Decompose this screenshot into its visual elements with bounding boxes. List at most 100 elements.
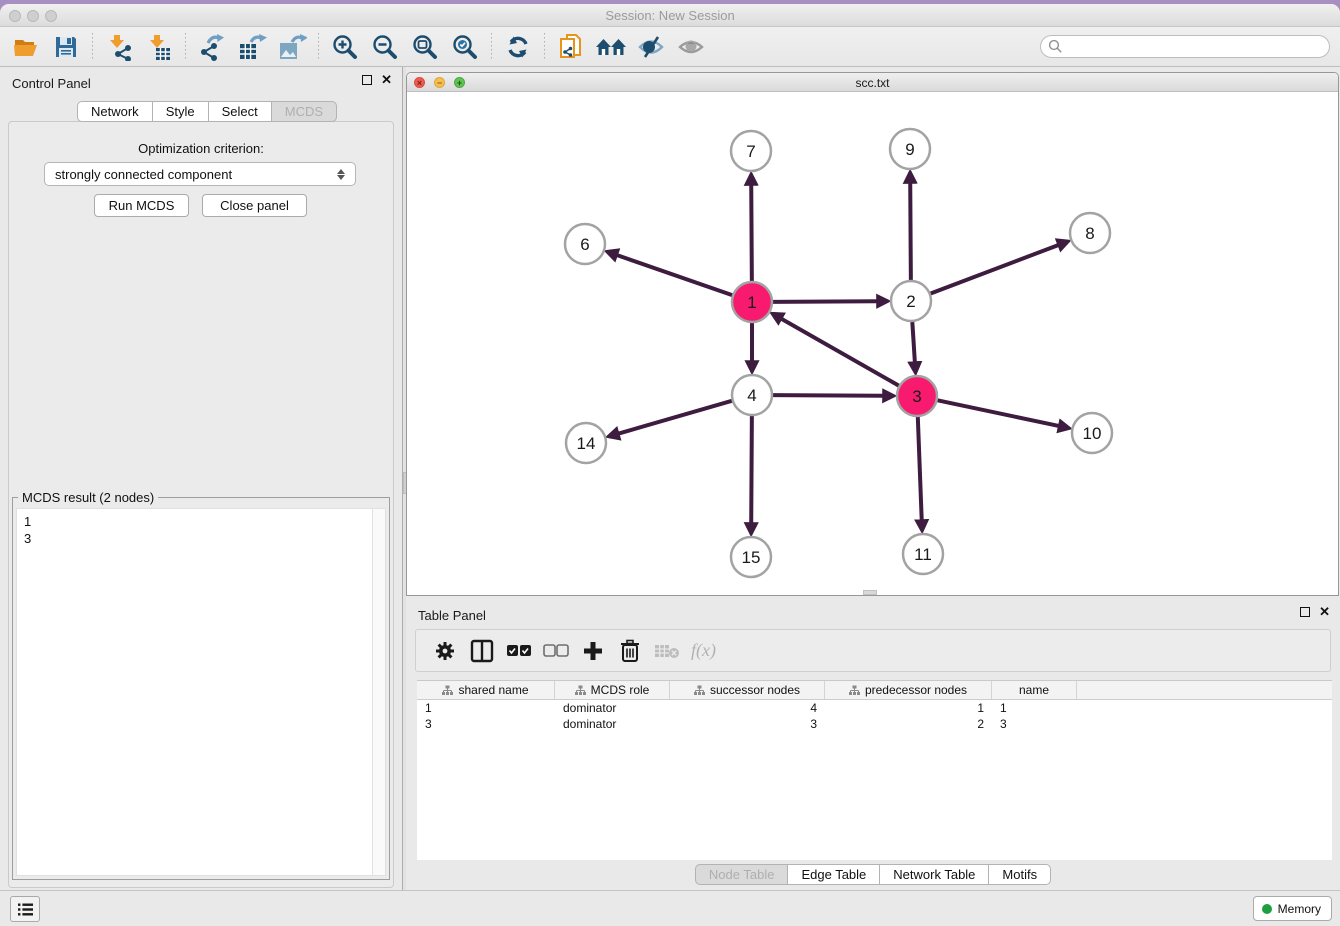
deselect-all-icon[interactable] — [537, 636, 574, 666]
column-type-icon — [849, 685, 860, 696]
clone-network-icon[interactable] — [554, 31, 588, 63]
table-tab-edge-table[interactable]: Edge Table — [787, 864, 880, 885]
node-label: 2 — [906, 292, 915, 311]
edge-1-7[interactable] — [751, 185, 752, 281]
show-all-icon[interactable] — [674, 31, 708, 63]
zoom-out-icon[interactable] — [368, 31, 402, 63]
optimization-criterion-select[interactable]: strongly connected component — [44, 162, 356, 186]
edge-4-15[interactable] — [751, 416, 752, 523]
table-cell[interactable]: 1 — [992, 700, 1077, 716]
zoom-fit-icon[interactable] — [408, 31, 442, 63]
export-network-icon[interactable] — [195, 31, 229, 63]
search-input[interactable] — [1063, 38, 1329, 56]
zoom-selected-icon[interactable] — [448, 31, 482, 63]
node-1[interactable]: 1 — [732, 282, 772, 322]
column-header-MCDS-role[interactable]: MCDS role — [555, 681, 670, 699]
tab-style[interactable]: Style — [152, 101, 209, 122]
float-panel-icon[interactable] — [362, 75, 372, 85]
result-scrollbar[interactable] — [372, 509, 385, 875]
column-header-successor-nodes[interactable]: successor nodes — [670, 681, 825, 699]
edge-2-8[interactable] — [931, 245, 1059, 293]
edge-3-10[interactable] — [938, 400, 1059, 426]
table-cell[interactable]: dominator — [555, 700, 670, 716]
tab-network[interactable]: Network — [77, 101, 153, 122]
table-cell[interactable]: dominator — [555, 716, 670, 732]
close-panel-icon[interactable]: ✕ — [381, 75, 392, 85]
table-cell[interactable]: 3 — [670, 716, 825, 732]
column-header-name[interactable]: name — [992, 681, 1077, 699]
task-history-button[interactable] — [10, 896, 40, 922]
mcds-result-textarea[interactable]: 1 3 — [16, 508, 386, 876]
node-3[interactable]: 3 — [897, 376, 937, 416]
save-icon[interactable] — [49, 31, 83, 63]
network-canvas-svg: 7 9 6 8 1 2 4 3 14 10 15 11 — [407, 92, 1338, 595]
edge-3-1[interactable] — [782, 319, 899, 386]
float-table-panel-icon[interactable] — [1300, 607, 1310, 617]
titlebar: Session: New Session — [0, 4, 1340, 27]
window-title: Session: New Session — [0, 8, 1340, 23]
table-toolbar: f(x) — [415, 629, 1331, 672]
node-7[interactable]: 7 — [731, 131, 771, 171]
node-4[interactable]: 4 — [732, 375, 772, 415]
table-cell[interactable]: 2 — [825, 716, 992, 732]
table-cell[interactable]: 1 — [417, 700, 555, 716]
table-row[interactable]: 1dominator411 — [417, 700, 1332, 716]
node-label: 1 — [747, 293, 756, 312]
table-row[interactable]: 3dominator323 — [417, 716, 1332, 732]
edge-4-14[interactable] — [619, 401, 732, 434]
home-neighbors-icon[interactable] — [594, 31, 628, 63]
import-network-icon[interactable] — [102, 31, 136, 63]
edge-1-2[interactable] — [773, 301, 877, 302]
columns-icon[interactable] — [463, 636, 500, 666]
network-canvas[interactable]: 7 9 6 8 1 2 4 3 14 10 15 11 — [407, 92, 1338, 595]
memory-label: Memory — [1278, 902, 1321, 916]
refresh-layout-icon[interactable] — [501, 31, 535, 63]
column-header-predecessor-nodes[interactable]: predecessor nodes — [825, 681, 992, 699]
export-table-icon[interactable] — [235, 31, 269, 63]
table-tab-motifs[interactable]: Motifs — [988, 864, 1051, 885]
close-table-panel-icon[interactable]: ✕ — [1319, 607, 1330, 617]
open-folder-icon[interactable] — [9, 31, 43, 63]
edge-1-6[interactable] — [617, 255, 732, 295]
edge-2-9[interactable] — [910, 183, 911, 280]
hide-selected-icon[interactable] — [634, 31, 668, 63]
run-mcds-button[interactable]: Run MCDS — [94, 194, 189, 217]
node-10[interactable]: 10 — [1072, 413, 1112, 453]
memory-button[interactable]: Memory — [1253, 896, 1332, 921]
zoom-in-icon[interactable] — [328, 31, 362, 63]
column-header-shared-name[interactable]: shared name — [417, 681, 555, 699]
table-cell[interactable]: 1 — [825, 700, 992, 716]
table-cell[interactable]: 4 — [670, 700, 825, 716]
mcds-result-fieldset: MCDS result (2 nodes) 1 3 — [12, 497, 390, 880]
node-table-header: shared nameMCDS rolesuccessor nodesprede… — [417, 681, 1332, 700]
mcds-result-values: 1 3 — [24, 513, 31, 547]
delete-icon[interactable] — [611, 636, 648, 666]
delete-table-icon — [648, 636, 685, 666]
tab-mcds[interactable]: MCDS — [271, 101, 337, 122]
table-tab-network-table[interactable]: Network Table — [879, 864, 989, 885]
edge-2-3[interactable] — [912, 322, 915, 362]
node-6[interactable]: 6 — [565, 224, 605, 264]
gear-icon[interactable] — [426, 636, 463, 666]
table-panel-tabs: Node TableEdge TableNetwork TableMotifs — [406, 864, 1340, 885]
node-15[interactable]: 15 — [731, 537, 771, 577]
search-field[interactable] — [1040, 35, 1330, 58]
main-toolbar — [0, 27, 1340, 67]
node-8[interactable]: 8 — [1070, 213, 1110, 253]
node-11[interactable]: 11 — [903, 534, 943, 574]
import-table-icon[interactable] — [142, 31, 176, 63]
node-14[interactable]: 14 — [566, 423, 606, 463]
table-tab-node-table[interactable]: Node Table — [695, 864, 789, 885]
select-all-icon[interactable] — [500, 636, 537, 666]
close-panel-button[interactable]: Close panel — [202, 194, 307, 217]
edge-4-3[interactable] — [773, 395, 883, 396]
node-9[interactable]: 9 — [890, 129, 930, 169]
node-2[interactable]: 2 — [891, 281, 931, 321]
tab-select[interactable]: Select — [208, 101, 272, 122]
edge-3-11[interactable] — [918, 417, 922, 520]
table-cell[interactable]: 3 — [417, 716, 555, 732]
network-resize-grip[interactable] — [863, 590, 877, 595]
table-cell[interactable]: 3 — [992, 716, 1077, 732]
export-image-icon[interactable] — [275, 31, 309, 63]
add-column-icon[interactable] — [574, 636, 611, 666]
